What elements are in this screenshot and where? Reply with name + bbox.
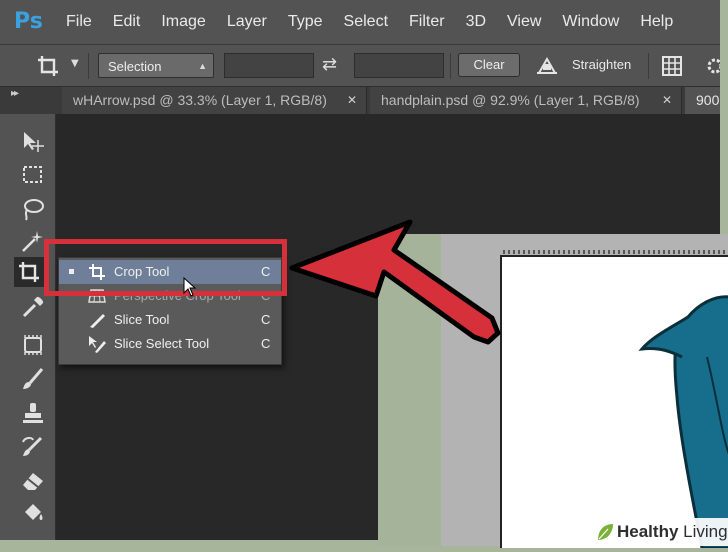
red-arrow-annotation (289, 219, 501, 345)
watermark-text: Healthy Living (617, 522, 728, 542)
watermark: Healthy Living (592, 518, 728, 546)
watermark-prefix: Healthy (617, 522, 679, 541)
leaf-logo-icon (598, 524, 613, 540)
watermark-suffix: Living (683, 522, 728, 541)
